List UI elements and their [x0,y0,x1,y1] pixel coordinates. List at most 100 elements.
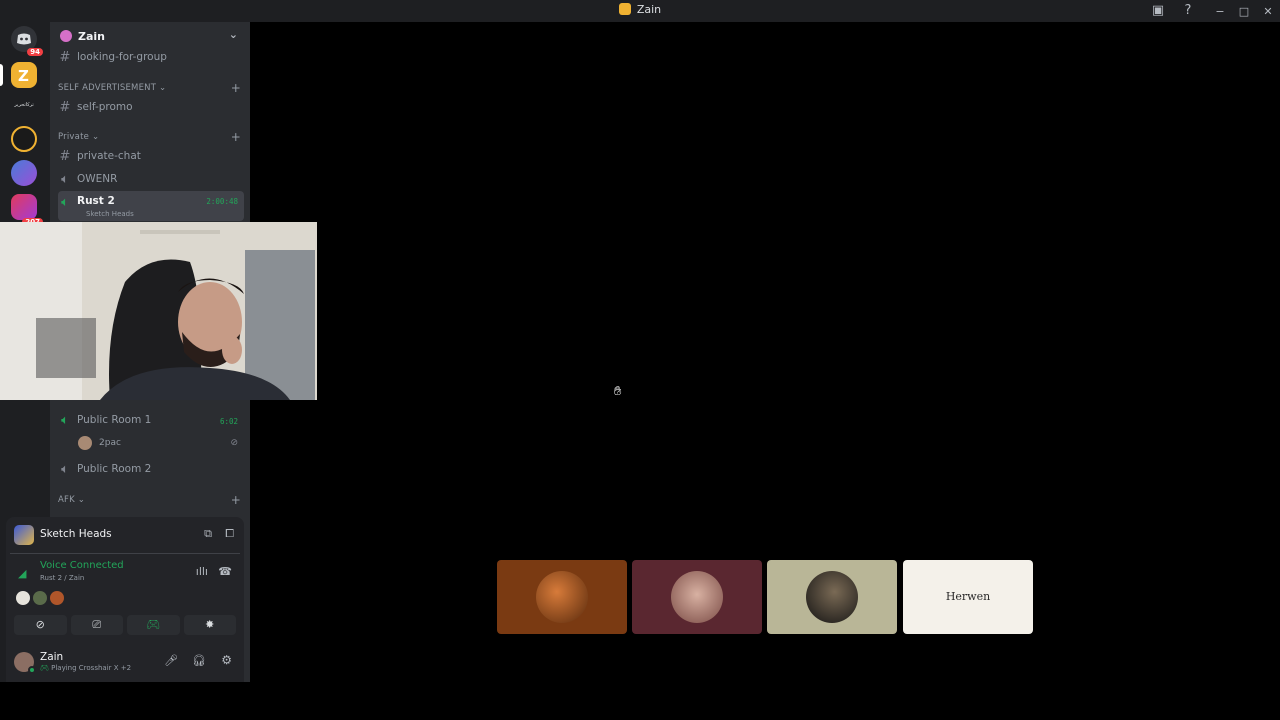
text-channel-icon: # [59,148,71,164]
channel-owenr[interactable]: 🔈︎ OWENR [58,169,244,189]
channel-label: Public Room 2 [77,463,152,475]
minimize-button[interactable]: − [1208,5,1232,18]
speaker-icon: 🔈︎ [61,171,69,187]
avatar[interactable] [16,591,30,605]
channel-label: self-promo [77,101,133,113]
help-icon[interactable]: ? [1180,3,1196,19]
title-bar: Zain ▣ ? − □ ✕ [0,0,1280,22]
close-button[interactable]: ✕ [1256,5,1280,18]
speaker-icon: 🔈︎ [61,461,69,477]
add-channel-icon[interactable]: + [231,130,241,144]
user-activity-extra: +2 [120,664,132,672]
channel-label: Public Room 1 [77,414,152,426]
inbox-icon[interactable]: ▣ [1150,3,1166,19]
activity-name[interactable]: Sketch Heads [40,528,112,540]
category-self-advertisement[interactable]: SELF ADVERTISEMENT ⌄ + [58,81,244,95]
channel-public-room-2[interactable]: 🔈︎ Public Room 2 [58,459,244,479]
category-afk[interactable]: AFK ⌄ + [58,493,244,507]
window-title: Zain [0,3,1280,16]
webcam-overlay [0,222,317,400]
screen-share-icon[interactable]: ⧉ [204,527,212,541]
category-private[interactable]: Private ⌄ + [58,130,244,144]
avatar [806,571,858,623]
channel-looking-for-group[interactable]: # looking-for-group [58,47,244,67]
participant-tile[interactable] [767,560,897,634]
voice-member-2pac[interactable]: 2pac ⊘ [78,433,244,453]
add-channel-icon[interactable]: + [231,493,241,507]
discord-home-icon[interactable]: 94 [11,26,43,56]
svg-text:Z: Z [18,67,29,85]
avatar[interactable] [33,591,47,605]
speaker-active-icon: 🔈︎ [61,195,69,210]
window-title-text: Zain [636,3,662,16]
text-channel-icon: # [59,99,71,115]
server-arabic-label[interactable]: تركاتحرير [6,102,42,108]
user-bar: Zain 🎮︎ Playing Crosshair X +2 🎤︎ 🎧︎ ⚙ [6,644,244,682]
add-channel-icon[interactable]: + [231,81,241,95]
gear-icon[interactable]: ⚙ [221,653,232,667]
server-name: Zain [78,30,106,43]
avatar [78,436,92,450]
participant-tile[interactable]: Herwen [903,560,1033,634]
mic-muted-icon: ⊘ [230,438,238,448]
online-status-icon [28,666,36,674]
voice-controls: ⊘ ⎚ 🎮︎ ✸ [14,615,236,635]
noise-suppression-icon[interactable]: ıllı [196,565,208,578]
channel-private-chat[interactable]: # private-chat [58,146,244,166]
channel-activity: Sketch Heads [86,210,134,218]
webcam-image [0,222,317,400]
channel-label: looking-for-group [77,51,167,63]
channel-timer: 6:02 [219,417,238,426]
category-label: Private [58,132,90,142]
activities-button[interactable]: 🎮︎ [127,615,180,635]
server-zain-icon[interactable]: Z [11,62,37,88]
participant-tile[interactable] [632,560,762,634]
speaker-active-icon: 🔈︎ [61,412,69,428]
text-channel-icon: # [59,49,71,65]
user-name[interactable]: Zain [40,651,63,663]
disconnect-call-icon[interactable]: ☎︎ [218,565,232,578]
channel-label: Rust 2 [77,195,115,207]
hand-cursor-icon: ✋︎ [614,384,622,399]
channel-public-room-1[interactable]: 🔈︎ Public Room 1 6:02 [58,410,244,430]
camera-off-icon[interactable]: ⊘ [14,615,67,635]
controller-icon: 🎮︎ [40,664,49,672]
activity-icon [14,525,34,545]
user-activity: 🎮︎ Playing Crosshair X +2 [40,664,131,672]
participant-name: Herwen [945,590,991,603]
avatar [536,571,588,623]
category-label: SELF ADVERTISEMENT [58,83,157,93]
soundboard-button[interactable]: ✸ [183,615,236,635]
chevron-down-icon: ⌄ [77,495,86,505]
connection-signal-icon[interactable]: ◢ [18,567,26,580]
avatar [671,571,723,623]
server-boost-icon [60,30,72,42]
chevron-down-icon: ⌄ [159,83,167,93]
server-folder-icon[interactable] [11,160,37,186]
channel-self-promo[interactable]: # self-promo [58,97,244,117]
disconnect-activity-icon[interactable]: ⧠ [225,527,234,541]
user-activity-text: Playing Crosshair X [51,664,119,672]
maximize-button[interactable]: □ [1232,5,1256,18]
voice-participants [16,591,64,605]
server-folder-2-icon[interactable]: 207 [11,194,43,226]
chevron-down-icon: ⌄ [228,28,238,41]
server-crosshair-icon[interactable] [11,126,37,152]
selected-server-pill [0,64,3,86]
channel-rust-2[interactable]: 🔈︎ Rust 2 2:00:48 Sketch Heads [58,191,244,221]
voice-status[interactable]: Voice Connected [40,560,124,571]
avatar[interactable] [50,591,64,605]
home-badge: 94 [27,48,43,56]
server-icon [618,3,631,15]
member-name: 2pac [99,438,121,448]
channel-timer: 2:00:48 [206,197,238,206]
channel-label: OWENR [77,173,118,185]
channel-label: private-chat [77,150,141,162]
voice-location[interactable]: Rust 2 / Zain [40,574,84,582]
share-screen-button[interactable]: ⎚ [70,615,123,635]
headphones-icon[interactable]: 🎧︎ [192,654,206,667]
chevron-down-icon: ⌄ [91,132,100,142]
microphone-icon[interactable]: 🎤︎ [164,654,178,667]
divider [10,553,240,554]
participant-tile[interactable] [497,560,627,634]
